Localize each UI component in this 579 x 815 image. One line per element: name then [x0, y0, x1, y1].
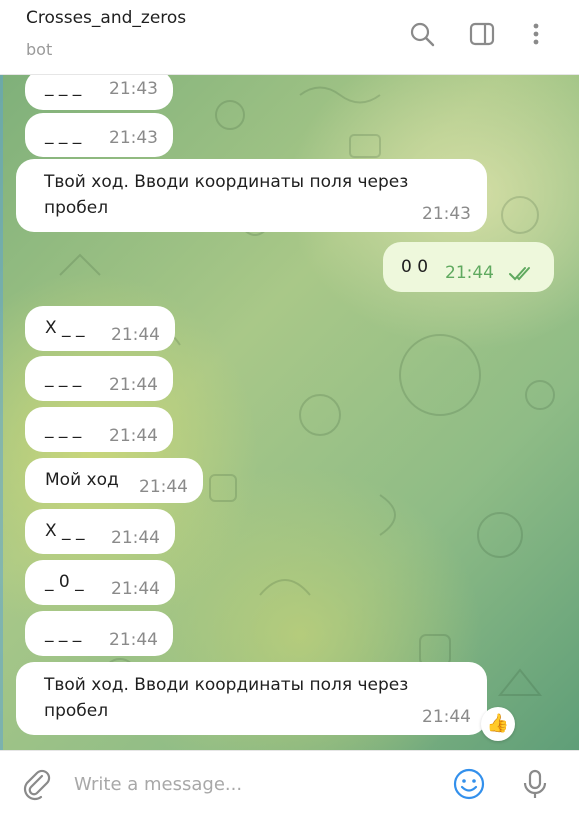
- message-bubble[interactable]: _ _ _ 21:44: [25, 407, 173, 452]
- message-text: Мой ход: [45, 470, 119, 490]
- message-text: _ _ _: [45, 77, 82, 97]
- search-icon[interactable]: [408, 20, 436, 48]
- panel-divider: [0, 75, 3, 750]
- message-composer: [0, 750, 579, 815]
- message-time: 21:43: [422, 204, 471, 224]
- chat-title[interactable]: Crosses_and_zeros: [26, 8, 186, 28]
- read-checkmarks-icon: [509, 267, 530, 281]
- chat-header: Crosses_and_zeros bot: [0, 0, 579, 75]
- message-text: 0 0: [401, 257, 429, 277]
- message-bubble[interactable]: _ _ _ 21:44: [25, 356, 173, 401]
- message-text: _ _ _: [45, 419, 82, 439]
- chat-status: bot: [26, 40, 53, 59]
- message-text: _ 0 _: [45, 572, 84, 592]
- sidebar-toggle-icon[interactable]: [468, 20, 496, 48]
- message-time: 21:44: [111, 528, 160, 548]
- message-time: 21:44: [109, 375, 158, 395]
- message-time: 21:44: [109, 630, 158, 650]
- message-bubble-outgoing[interactable]: 0 0 21:44: [383, 242, 554, 292]
- message-text: X _ _: [45, 318, 85, 338]
- message-text: Твой ход. Вводи координаты поля через пр…: [44, 172, 409, 218]
- message-time: 21:43: [109, 128, 158, 148]
- message-bubble[interactable]: _ _ _ 21:43: [25, 113, 173, 157]
- message-time: 21:44: [111, 579, 160, 599]
- message-bubble[interactable]: Мой ход 21:44: [25, 458, 203, 503]
- message-time: 21:44: [422, 707, 471, 727]
- message-text: Твой ход. Вводи координаты поля через пр…: [44, 675, 409, 721]
- chat-history[interactable]: _ _ _ 21:43 _ _ _ 21:43 Твой ход. Вводи …: [0, 75, 579, 750]
- message-text: _ _ _: [45, 623, 82, 643]
- message-bubble[interactable]: _ _ _ 21:43: [25, 75, 173, 110]
- emoji-icon[interactable]: [452, 767, 486, 801]
- message-text: _ _ _: [45, 368, 82, 388]
- message-bubble[interactable]: X _ _ 21:44: [25, 306, 175, 351]
- message-bubble[interactable]: Твой ход. Вводи координаты поля через пр…: [16, 159, 487, 232]
- message-time: 21:44: [139, 477, 188, 497]
- microphone-icon[interactable]: [518, 767, 552, 801]
- message-time: 21:44: [111, 325, 160, 345]
- attach-icon[interactable]: [20, 767, 54, 801]
- message-input[interactable]: [74, 769, 434, 799]
- thumbs-up-reaction[interactable]: 👍: [481, 707, 515, 741]
- message-time: 21:44: [109, 426, 158, 446]
- message-text: X _ _: [45, 521, 85, 541]
- message-bubble[interactable]: _ 0 _ 21:44: [25, 560, 175, 605]
- message-text: _ _ _: [45, 125, 82, 145]
- message-time: 21:43: [109, 79, 158, 99]
- message-bubble[interactable]: X _ _ 21:44: [25, 509, 175, 554]
- message-bubble[interactable]: Твой ход. Вводи координаты поля через пр…: [16, 662, 487, 735]
- message-bubble[interactable]: _ _ _ 21:44: [25, 611, 173, 656]
- message-time: 21:44: [445, 263, 494, 283]
- more-vertical-icon[interactable]: [522, 20, 550, 48]
